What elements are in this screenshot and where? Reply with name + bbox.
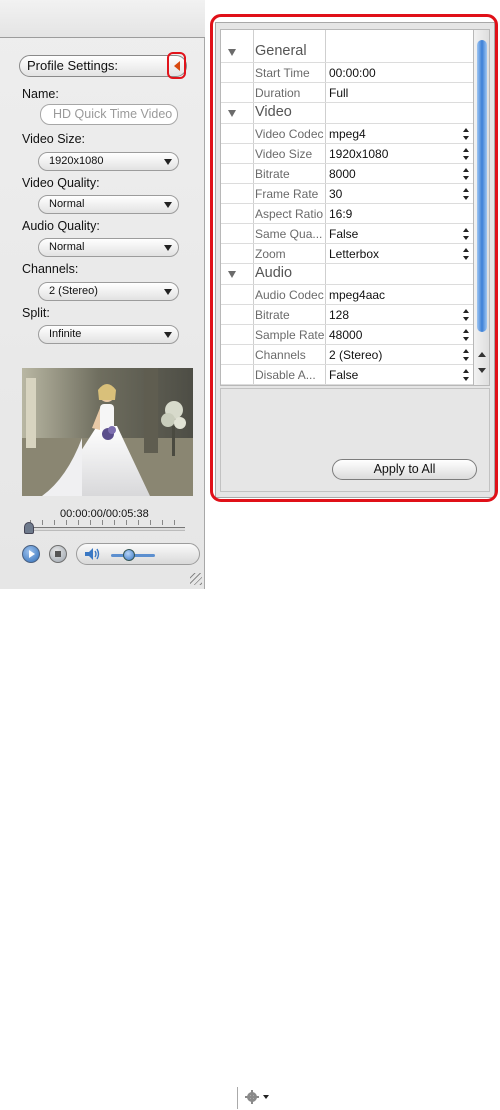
- video-size-label: Video Size:: [22, 132, 86, 146]
- chevron-down-icon: [164, 245, 172, 251]
- video-quality-value: Normal: [49, 198, 85, 210]
- seek-handle[interactable]: [24, 522, 34, 534]
- resize-grip[interactable]: [190, 573, 202, 585]
- audio-quality-select[interactable]: Normal: [38, 238, 179, 257]
- chevron-down-icon: [164, 202, 172, 208]
- play-button[interactable]: [22, 545, 40, 563]
- audio-quality-value: Normal: [49, 241, 85, 253]
- video-quality-label: Video Quality:: [22, 176, 100, 190]
- profile-settings-panel: Profile Settings: Name: HD Quick Time Vi…: [0, 0, 269, 1109]
- video-size-value: 1920x1080: [49, 155, 104, 167]
- seek-bar[interactable]: [25, 527, 185, 531]
- volume-control[interactable]: [76, 543, 269, 1109]
- profile-name-input[interactable]: HD Quick Time Video: [40, 104, 178, 125]
- speaker-icon: [85, 548, 100, 560]
- time-display: 00:00:00/00:05:38: [60, 508, 149, 520]
- video-quality-select[interactable]: Normal: [38, 195, 179, 214]
- profile-settings-label: Profile Settings:: [27, 58, 119, 73]
- expand-settings-button[interactable]: [167, 52, 186, 79]
- channels-label: Channels:: [22, 262, 79, 276]
- video-preview: [22, 368, 193, 496]
- video-size-select[interactable]: 1920x1080: [38, 152, 179, 171]
- settings-menu-button[interactable]: [237, 1087, 277, 1109]
- split-select[interactable]: Infinite: [38, 325, 179, 344]
- triangle-left-icon: [174, 61, 180, 71]
- chevron-down-icon: [164, 332, 172, 338]
- chevron-down-icon: [164, 159, 172, 165]
- split-label: Split:: [22, 306, 50, 320]
- channels-select[interactable]: 2 (Stereo): [38, 282, 179, 301]
- chevron-down-icon: [164, 289, 172, 295]
- highlight-frame: [210, 14, 498, 502]
- seek-ticks: [30, 520, 180, 525]
- gear-icon: [245, 1090, 269, 1104]
- split-value: Infinite: [49, 328, 82, 340]
- channels-value: 2 (Stereo): [49, 285, 98, 297]
- stop-icon: [55, 551, 61, 557]
- profile-settings-button[interactable]: Profile Settings:: [19, 55, 187, 77]
- panel-header-strip: [0, 0, 205, 38]
- play-icon: [29, 550, 35, 558]
- video-frame-image: [22, 368, 193, 496]
- name-label: Name:: [22, 87, 59, 101]
- volume-knob[interactable]: [123, 549, 135, 561]
- stop-button[interactable]: [49, 545, 67, 563]
- audio-quality-label: Audio Quality:: [22, 219, 100, 233]
